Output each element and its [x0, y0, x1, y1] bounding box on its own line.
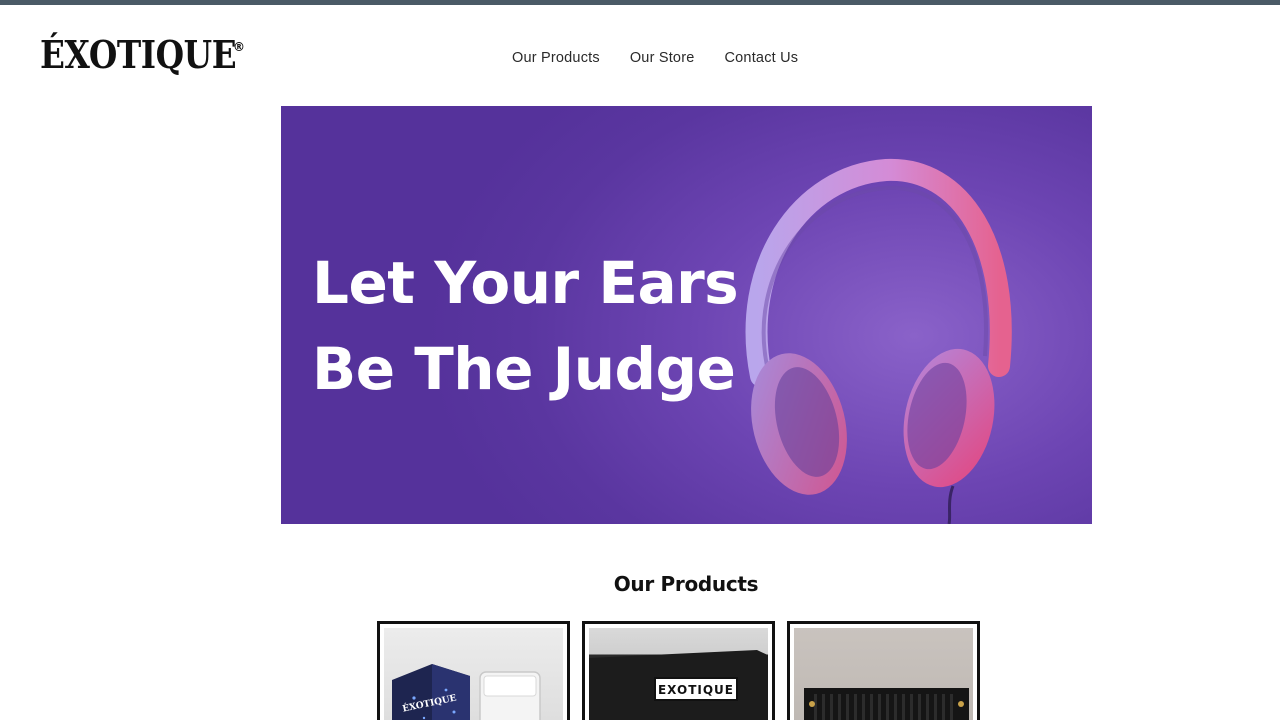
product-cards: ÉXOTIQUE EXOTIQUE: [377, 621, 980, 720]
products-section-title: Our Products: [613, 572, 759, 596]
earplug-box-illustration: ÉXOTIQUE: [392, 664, 541, 720]
nav-our-products[interactable]: Our Products: [512, 50, 600, 66]
amplifier-rear-illustration: [804, 688, 969, 720]
product-card[interactable]: ÉXOTIQUE: [377, 621, 570, 720]
brand-name: ÉXOTIQUE: [40, 32, 237, 77]
nav-contact-us[interactable]: Contact Us: [725, 50, 799, 66]
hero-headline-line2: Be The Judge: [312, 335, 736, 403]
earplug-box-product-image: ÉXOTIQUE: [384, 628, 563, 720]
registered-mark: ®: [233, 40, 245, 54]
amplifier-illustration: EXOTIQUE: [589, 650, 768, 720]
hero-banner[interactable]: Let Your Ears Be The Judge: [281, 106, 1092, 524]
black-amplifier-product-image: EXOTIQUE: [589, 628, 768, 720]
amplifier-rear-panel-product-image: [794, 628, 973, 720]
brand-logo[interactable]: ÉXOTIQUE ®: [40, 30, 268, 74]
top-border: [0, 0, 1280, 5]
main-nav: Our Products Our Store Contact Us: [512, 50, 798, 66]
product-card[interactable]: [787, 621, 980, 720]
amp-brand-label: EXOTIQUE: [658, 683, 734, 697]
product-card[interactable]: EXOTIQUE: [582, 621, 775, 720]
headphones-image: [745, 158, 1012, 524]
hero-headline-line1: Let Your Ears: [312, 249, 739, 317]
nav-our-store[interactable]: Our Store: [630, 50, 695, 66]
